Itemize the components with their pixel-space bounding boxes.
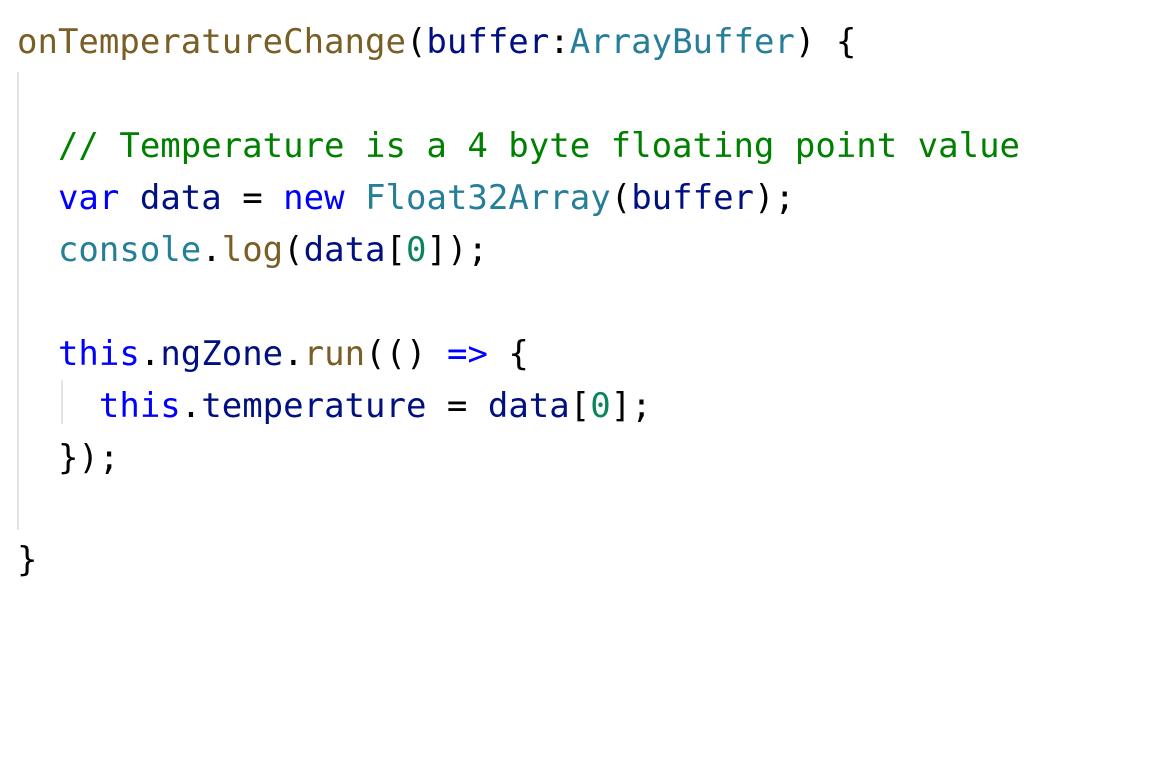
code-line-4[interactable]: var data = new Float32Array(buffer);: [17, 172, 795, 224]
operator: =: [221, 178, 284, 218]
code-comment: // Temperature is a 4 byte floating poin…: [57, 126, 1021, 166]
keyword: this: [57, 334, 140, 374]
variable-name: buffer: [631, 178, 755, 218]
punctuation: (: [283, 230, 304, 270]
code-line-5[interactable]: console.log(data[0]);: [17, 224, 488, 276]
punctuation: ];: [610, 386, 652, 426]
punctuation: .: [283, 334, 304, 374]
code-line-3[interactable]: // Temperature is a 4 byte floating poin…: [17, 120, 1020, 172]
code-line-11[interactable]: }: [17, 534, 37, 586]
arrow-operator: =>: [446, 334, 488, 374]
property-name: temperature: [201, 386, 427, 426]
object-name: console: [57, 230, 202, 270]
punctuation: }: [17, 540, 38, 580]
punctuation: {: [508, 334, 529, 374]
punctuation: .: [180, 386, 202, 426]
punctuation: [: [385, 230, 407, 270]
punctuation: (: [610, 178, 632, 218]
type-name: ArrayBuffer: [569, 22, 795, 62]
variable-name: data: [487, 386, 570, 426]
punctuation: (: [405, 22, 427, 62]
parameter-name: buffer: [426, 22, 550, 62]
punctuation: ) {: [794, 22, 857, 62]
property-name: ngZone: [160, 334, 284, 374]
punctuation: ((): [365, 334, 427, 374]
code-editor[interactable]: onTemperatureChange(buffer:ArrayBuffer) …: [0, 0, 1152, 596]
type-name: Float32Array: [365, 178, 611, 218]
method-name: log: [221, 230, 284, 270]
punctuation: :: [549, 22, 570, 62]
number-literal: 0: [590, 386, 611, 426]
code-line-1[interactable]: onTemperatureChange(buffer:ArrayBuffer) …: [17, 16, 856, 68]
keyword: this: [98, 386, 181, 426]
keyword: new: [283, 178, 345, 218]
operator: =: [426, 386, 488, 426]
punctuation: );: [754, 178, 795, 218]
punctuation: });: [57, 438, 120, 478]
keyword: var: [57, 178, 120, 218]
number-literal: 0: [406, 230, 427, 270]
method-name: run: [303, 334, 366, 374]
punctuation: ]);: [426, 230, 488, 270]
punctuation: .: [201, 230, 222, 270]
code-line-8[interactable]: this.temperature = data[0];: [17, 380, 652, 432]
function-name: onTemperatureChange: [17, 22, 406, 62]
punctuation: [: [569, 386, 591, 426]
punctuation: .: [139, 334, 161, 374]
variable-name: data: [303, 230, 386, 270]
code-line-7[interactable]: this.ngZone.run(() => {: [17, 328, 529, 380]
code-line-9[interactable]: });: [17, 432, 119, 484]
variable-name: data: [139, 178, 222, 218]
